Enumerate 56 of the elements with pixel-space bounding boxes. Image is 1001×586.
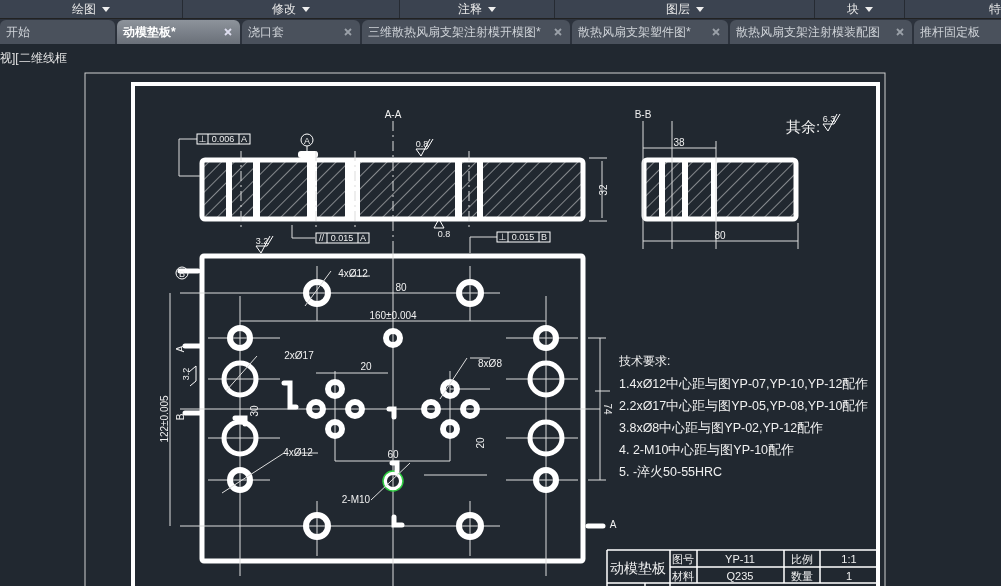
title-block-cell: YP-11 [725,553,755,565]
close-icon[interactable] [344,28,352,36]
file-tab[interactable]: 三维散热风扇支架注射模开模图* [362,20,570,44]
requirement-text: 5. -淬火50-55HRC [619,465,723,479]
close-icon[interactable] [896,28,904,36]
tolerance-frame: // 0.015 A [315,232,370,244]
dimension-text: 32 [598,184,609,196]
callout-text: 2-M10 [341,494,371,505]
callout-text: 8xØ8 [478,358,502,369]
title-block-cell: 图号 [672,553,694,565]
file-tab[interactable]: 推杆固定板 [914,20,1001,44]
leader-line [291,224,316,239]
dimension-text: 60 [387,449,399,460]
requirement-text: 4. 2-M10中心距与图YP-10配作 [619,443,795,457]
section-mark: A [175,345,186,353]
section-title: A-A [384,109,402,120]
callout-text: 4xØ12 [283,447,313,458]
leader-line [469,236,498,254]
requirement-text: 2.2xØ17中心距与图YP-05,YP-08,YP-10配作 [619,399,869,413]
close-icon[interactable] [554,28,562,36]
file-tab[interactable]: 散热风扇支架注射模装配图 [730,20,912,44]
callout-text: 4xØ12 [338,268,368,279]
title-block-cell: 1:1 [841,553,857,565]
title-block-cell: 比例 [791,553,813,565]
dimension-text: 80 [395,282,407,293]
close-icon[interactable] [712,28,720,36]
tolerance-frame: ⊥ 0.006 A [196,133,251,145]
dimension-text: 30 [249,405,260,417]
dimension-text: 80 [714,230,726,241]
title-block-cell: 材料 [672,570,694,582]
leader-line [178,138,201,177]
dimension-text: 20 [360,361,372,372]
requirement-text: 3.8xØ8中心距与图YP-02,YP-12配作 [619,421,824,435]
section-mark: B [175,413,186,421]
datum-marker: A [300,133,314,147]
dimension-text: 122±0.005 [159,395,170,443]
section-mark: A [609,519,617,530]
file-tab[interactable]: 散热风扇支架塑件图* [572,20,728,44]
dimension-text: 160±0.004 [369,310,417,321]
drawing-title: 动模垫板 [610,560,666,576]
dimension-text: 74 [602,403,613,415]
title-block-cell: 1 [845,570,853,582]
file-tab[interactable]: 动模垫板* [117,20,240,44]
requirements-title: 技术要求: [619,354,671,368]
section-title: B-B [634,109,652,120]
tolerance-frame: ⊥ 0.015 B [496,231,551,243]
roughness-note: 其余: [785,118,821,135]
dimension-text: 38 [673,137,685,148]
title-block-cell: 数量 [791,570,813,582]
dimension-text: 20 [475,437,486,449]
file-tab[interactable]: 浇口套 [242,20,360,44]
requirement-text: 1.4xØ12中心距与图YP-07,YP-10,YP-12配作 [619,377,869,391]
callout-text: 2xØ17 [284,350,314,361]
title-block-cell: Q235 [726,570,754,582]
viewport-label[interactable]: 视][二维线框 [0,50,67,67]
file-tab[interactable]: 开始 [0,20,115,44]
